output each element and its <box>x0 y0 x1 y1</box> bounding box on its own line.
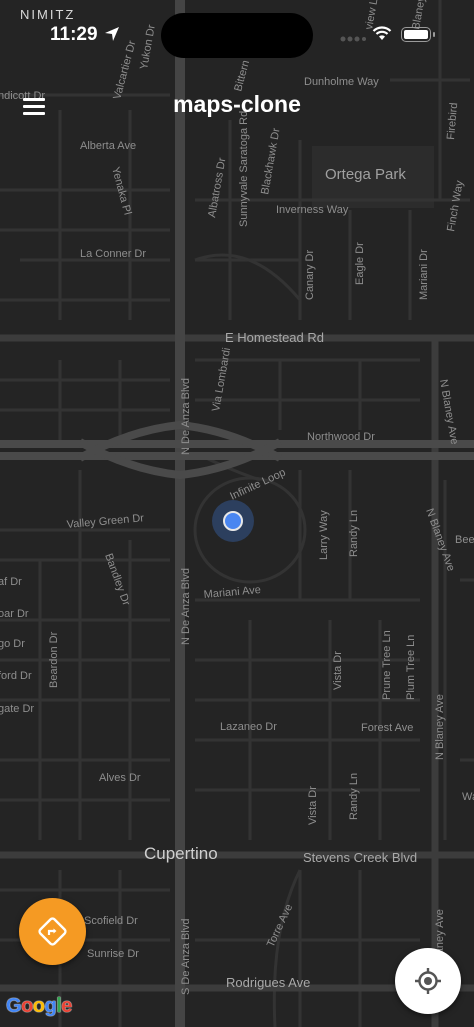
label-blaney-3: N Blaney Ave <box>434 694 446 760</box>
my-location-icon <box>415 968 441 994</box>
logo-letter-g2: g <box>44 995 57 1017</box>
label-lazaneo: Lazaneo Dr <box>220 721 277 733</box>
page-title: maps-clone <box>173 91 301 117</box>
label-cut-af: af Dr <box>0 576 22 588</box>
label-inverness: Inverness Way <box>276 204 349 216</box>
logo-letter-o2: o <box>32 995 45 1017</box>
label-la-conner: La Conner Dr <box>80 248 146 260</box>
label-de-anza-s: S De Anza Blvd <box>180 919 192 995</box>
app-screen: Sunnyvale Saratoga Rd N De Anza Blvd N D… <box>0 0 474 1027</box>
label-prune-tree: Prune Tree Ln <box>381 630 393 700</box>
label-stevens-creek: Stevens Creek Blvd <box>303 850 417 865</box>
directions-button[interactable] <box>19 898 86 965</box>
park-label: Ortega Park <box>325 166 406 183</box>
label-plum-tree: Plum Tree Ln <box>405 635 417 700</box>
user-location-dot[interactable] <box>223 511 243 531</box>
label-vista-2: Vista Dr <box>307 786 319 825</box>
label-randy: Randy Ln <box>348 510 360 557</box>
label-cut-gate: gate Dr <box>0 703 34 715</box>
label-canary: Canary Dr <box>304 250 316 300</box>
label-beardon: Beardon Dr <box>48 631 60 688</box>
label-northwood: Northwood Dr <box>307 431 375 443</box>
label-homestead: E Homestead Rd <box>225 330 324 345</box>
label-cut-oar: oar Dr <box>0 608 29 620</box>
label-larry: Larry Way <box>318 510 330 560</box>
my-location-button[interactable] <box>395 948 461 1014</box>
label-cut-go: go Dr <box>0 638 25 650</box>
logo-letter-g: G <box>6 995 22 1017</box>
label-rodrigues: Rodrigues Ave <box>226 975 310 990</box>
label-de-anza-1: N De Anza Blvd <box>180 378 192 455</box>
label-cut-bee: Bee <box>455 534 474 546</box>
label-scofield: Scofield Dr <box>84 915 138 927</box>
label-randy-2: Randy Ln <box>348 773 360 820</box>
label-cut-wa: Wa <box>462 791 474 803</box>
label-de-anza-2: N De Anza Blvd <box>180 568 192 645</box>
city-label: Cupertino <box>144 844 218 863</box>
label-forest: Forest Ave <box>361 722 413 734</box>
label-alves: Alves Dr <box>99 772 141 784</box>
label-vista: Vista Dr <box>332 651 344 690</box>
logo-letter-o1: o <box>21 995 33 1017</box>
label-alberta: Alberta Ave <box>80 140 136 152</box>
app-header: maps-clone <box>0 70 474 140</box>
label-sunrise: Sunrise Dr <box>87 948 139 960</box>
directions-icon <box>38 917 67 946</box>
label-cut-ford: ford Dr <box>0 670 32 682</box>
logo-letter-e: e <box>61 995 72 1017</box>
label-mariani-dr: Mariani Dr <box>418 249 430 300</box>
label-eagle: Eagle Dr <box>354 242 366 285</box>
google-logo: Google <box>6 995 72 1018</box>
